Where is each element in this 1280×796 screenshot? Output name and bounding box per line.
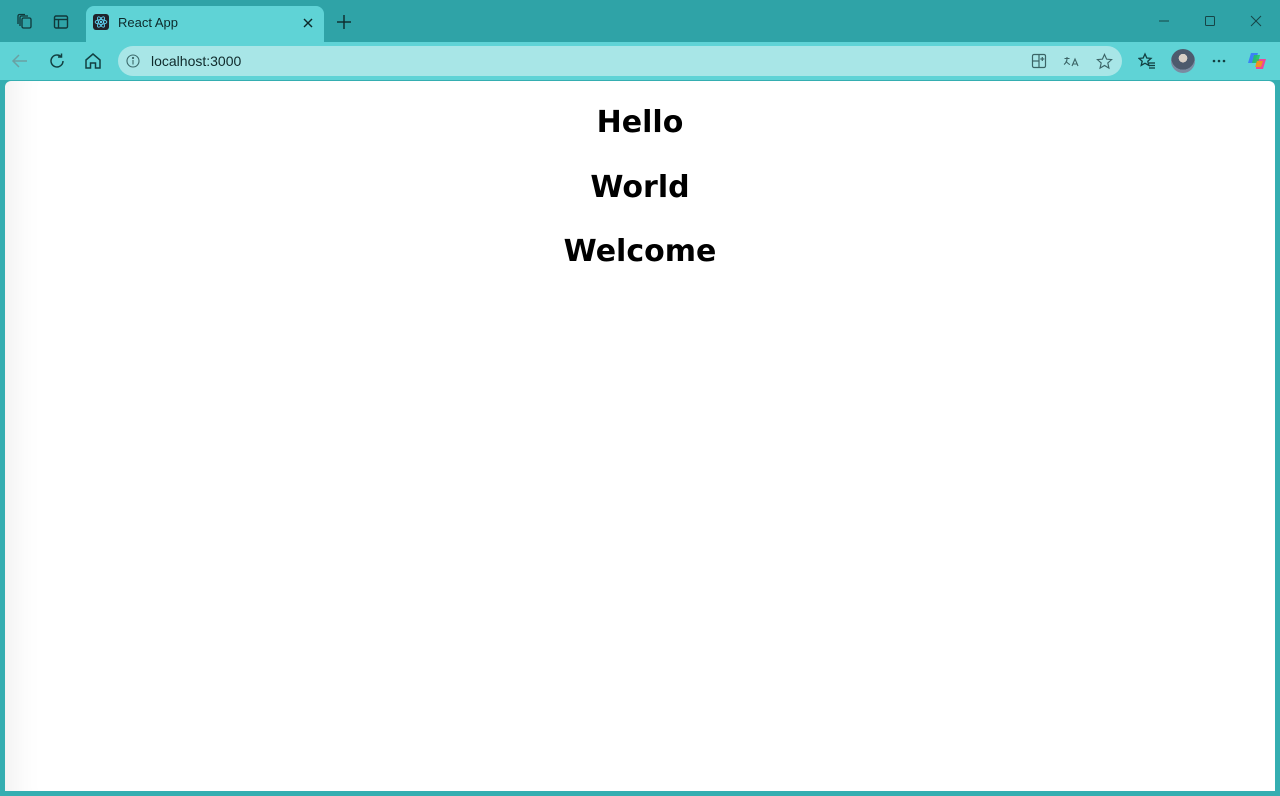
home-button[interactable] [79, 47, 107, 75]
workspaces-icon [16, 13, 34, 31]
new-tab-button[interactable] [330, 8, 358, 36]
refresh-icon [48, 52, 66, 70]
heading-world: World [590, 170, 690, 205]
maximize-icon [1204, 15, 1216, 27]
browser-toolbar: localhost:3000 [0, 42, 1280, 80]
heading-welcome: Welcome [563, 234, 717, 269]
workspaces-button[interactable] [11, 8, 39, 36]
plus-icon [336, 14, 352, 30]
profile-avatar[interactable] [1171, 49, 1195, 73]
refresh-button[interactable] [43, 47, 71, 75]
react-favicon-icon [93, 14, 109, 30]
tab-react-app[interactable]: React App [86, 6, 324, 42]
tab-actions-icon [53, 14, 69, 30]
tab-strip: React App [0, 0, 1280, 42]
address-bar[interactable]: localhost:3000 [118, 46, 1122, 76]
home-icon [84, 52, 102, 70]
translate-button[interactable] [1060, 50, 1082, 72]
back-button[interactable] [6, 47, 34, 75]
maximize-button[interactable] [1196, 8, 1224, 34]
settings-more-button[interactable] [1205, 47, 1233, 75]
more-dots-icon [1211, 53, 1227, 69]
close-window-icon [1250, 15, 1262, 27]
close-icon [302, 17, 314, 29]
url-text[interactable]: localhost:3000 [151, 53, 241, 69]
tab-close-button[interactable] [298, 13, 318, 33]
heading-hello: Hello [596, 105, 684, 140]
app-grid-icon [1031, 53, 1047, 69]
browser-window: React App localhost:3000 Hello World Wel… [0, 0, 1280, 796]
page-viewport: Hello World Welcome [5, 81, 1275, 791]
vertical-tabs-button[interactable] [47, 8, 75, 36]
copilot-icon [1245, 49, 1269, 73]
close-window-button[interactable] [1242, 8, 1270, 34]
minimize-icon [1158, 15, 1170, 27]
app-available-button[interactable] [1028, 50, 1050, 72]
site-info-button[interactable] [124, 52, 142, 70]
info-icon [126, 54, 140, 68]
favorite-star-button[interactable] [1093, 50, 1115, 72]
favorites-icon [1138, 52, 1156, 70]
copilot-button[interactable] [1245, 49, 1269, 73]
back-arrow-icon [11, 52, 29, 70]
tab-title: React App [118, 15, 178, 30]
translate-icon [1062, 53, 1080, 69]
star-icon [1095, 52, 1113, 70]
minimize-button[interactable] [1150, 8, 1178, 34]
favorites-button[interactable] [1133, 47, 1161, 75]
